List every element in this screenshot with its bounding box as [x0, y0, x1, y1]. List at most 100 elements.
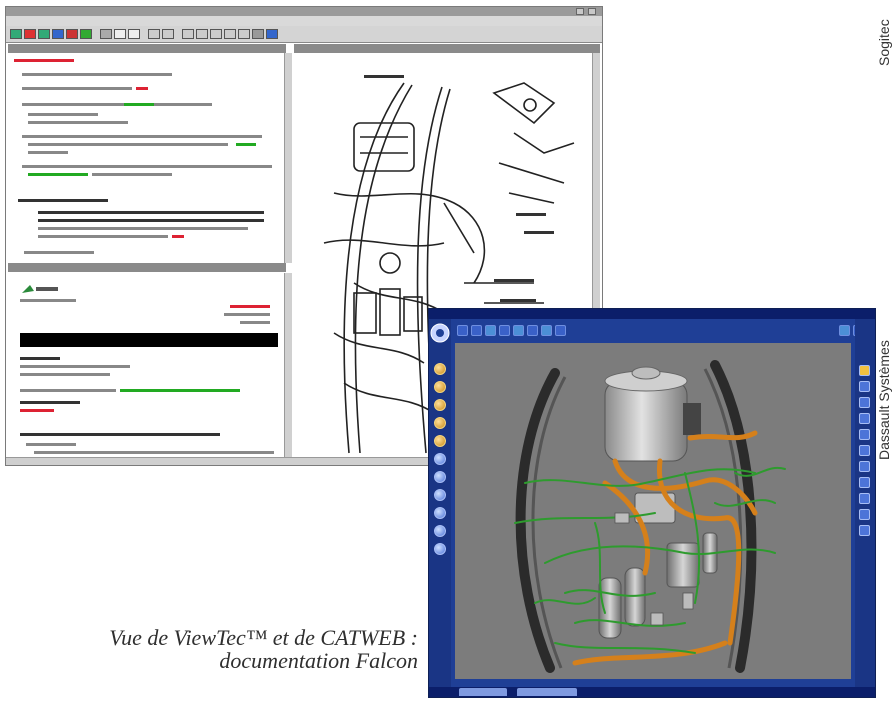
dassault-credit: Dassault Systèmes	[876, 340, 892, 460]
caption-line-1: Vue de ViewTec™ et de CATWEB :	[109, 625, 418, 650]
hydraulic-assembly-3d-model	[514, 360, 786, 673]
tool-icon[interactable]	[859, 413, 870, 424]
view-back-button[interactable]	[434, 381, 446, 393]
text-line	[136, 87, 148, 90]
procedure-text-pane[interactable]	[8, 53, 287, 263]
text-line	[20, 373, 110, 376]
view-left-button[interactable]	[434, 435, 446, 447]
catweb-right-toolbar	[855, 319, 875, 689]
window-tab[interactable]	[517, 688, 577, 696]
caption-line-2: documentation Falcon	[219, 648, 418, 673]
text-line	[22, 103, 212, 106]
print-icon[interactable]	[38, 29, 50, 39]
text-line	[28, 151, 68, 154]
text-line	[28, 143, 228, 146]
catweb-3d-viewport[interactable]	[455, 343, 851, 679]
zoom-in-icon[interactable]	[114, 29, 126, 39]
viewtec-title-bar	[6, 7, 602, 16]
tool-icon[interactable]	[859, 493, 870, 504]
text-line	[224, 313, 270, 316]
open-icon[interactable]	[457, 325, 468, 336]
text-line	[22, 165, 272, 168]
catweb-window	[428, 308, 876, 698]
tool-icon[interactable]	[859, 365, 870, 376]
open-icon[interactable]	[10, 29, 22, 39]
tool-icon[interactable]	[224, 29, 236, 39]
text-line	[28, 121, 128, 124]
view-bottom-button[interactable]	[434, 417, 446, 429]
text-line	[20, 389, 116, 392]
tool-icon[interactable]	[859, 525, 870, 536]
document-pane[interactable]	[8, 273, 287, 459]
forward-icon[interactable]	[80, 29, 92, 39]
tool-icon[interactable]	[196, 29, 208, 39]
back-icon[interactable]	[66, 29, 78, 39]
layout-icon[interactable]	[148, 29, 160, 39]
zoom-icon[interactable]	[527, 325, 538, 336]
close-button[interactable]	[588, 8, 596, 15]
fit-icon[interactable]	[541, 325, 552, 336]
pan-icon[interactable]	[513, 325, 524, 336]
text-line	[240, 321, 270, 324]
catweb-title-bar	[429, 309, 875, 319]
text-line	[24, 251, 94, 254]
window-tab[interactable]	[459, 688, 507, 696]
save-icon[interactable]	[471, 325, 482, 336]
tool-icon[interactable]	[859, 429, 870, 440]
text-pane-scrollbar[interactable]	[284, 53, 292, 263]
text-line	[22, 87, 132, 90]
text-line	[120, 389, 240, 392]
zoom-out-icon[interactable]	[128, 29, 140, 39]
save-icon[interactable]	[24, 29, 36, 39]
tool-icon[interactable]	[252, 29, 264, 39]
view-right-button[interactable]	[434, 453, 446, 465]
document-pane-scrollbar[interactable]	[284, 273, 292, 459]
viewtec-menu-bar	[6, 16, 602, 26]
drawing-pane-caption	[294, 44, 600, 53]
wireframe-button[interactable]	[434, 507, 446, 519]
tool-icon[interactable]	[859, 445, 870, 456]
text-line	[18, 199, 108, 202]
text-line	[230, 305, 270, 308]
shading-button[interactable]	[434, 489, 446, 501]
tool-icon[interactable]	[859, 461, 870, 472]
text-line	[236, 143, 256, 146]
tool-icon[interactable]	[238, 29, 250, 39]
help-icon[interactable]	[839, 325, 850, 336]
document-banner	[20, 333, 278, 347]
view-front-button[interactable]	[434, 363, 446, 375]
print-icon[interactable]	[485, 325, 496, 336]
tool-icon[interactable]	[859, 477, 870, 488]
text-line	[34, 451, 274, 454]
view-top-button[interactable]	[434, 399, 446, 411]
rotate-icon[interactable]	[499, 325, 510, 336]
tool-icon[interactable]	[859, 509, 870, 520]
figure-caption: Vue de ViewTec™ et de CATWEB : documenta…	[109, 626, 418, 672]
text-line	[38, 227, 248, 230]
home-icon[interactable]	[100, 29, 112, 39]
tool-icon[interactable]	[859, 381, 870, 392]
tool-icon[interactable]	[210, 29, 222, 39]
tool-icon[interactable]	[162, 29, 174, 39]
search-icon[interactable]	[52, 29, 64, 39]
section-button[interactable]	[434, 525, 446, 537]
text-line	[20, 357, 60, 360]
text-line	[20, 299, 76, 302]
text-line	[124, 103, 154, 106]
text-line	[20, 365, 130, 368]
minimize-button[interactable]	[576, 8, 584, 15]
catweb-logo-icon	[430, 323, 450, 343]
sogitec-credit: Sogitec	[876, 19, 892, 66]
view-iso-button[interactable]	[434, 471, 446, 483]
tool-icon[interactable]	[859, 397, 870, 408]
text-line	[14, 59, 74, 62]
text-line	[22, 73, 172, 76]
tool-icon[interactable]	[182, 29, 194, 39]
catweb-status-bar	[429, 687, 875, 697]
view-icon[interactable]	[555, 325, 566, 336]
tool-icon[interactable]	[266, 29, 278, 39]
text-line	[92, 173, 172, 176]
text-line	[26, 443, 76, 446]
measure-button[interactable]	[434, 543, 446, 555]
catweb-toolbar	[451, 323, 871, 341]
